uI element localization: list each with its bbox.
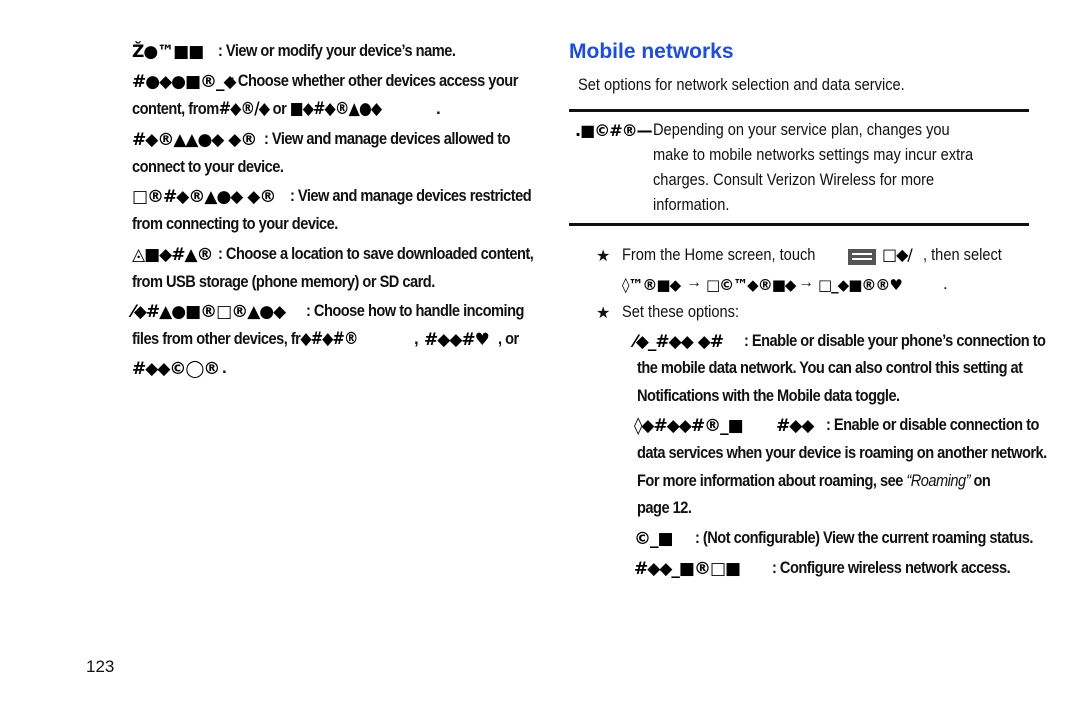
desc-device-name: : View or modify your device’s name.: [218, 41, 456, 60]
option-desc: the mobile data network. You can also co…: [637, 358, 1023, 377]
glyph-term: #◆◆#♥: [424, 330, 490, 350]
step-text: From the Home screen, touch: [622, 245, 816, 264]
arrow-right-icon: →: [798, 274, 814, 291]
term-upload-from-other: ⁄◆#▲●■®□®▲●◆: [132, 302, 286, 322]
arrow-right-icon: →: [686, 274, 702, 291]
option-desc: : (Not configurable) View the current ro…: [695, 528, 1033, 547]
option-term-mobile-data: ⁄◆_#◆◆ ◆#: [634, 332, 724, 352]
text: For more information about roaming, see: [637, 471, 907, 490]
star-bullet-icon: ★: [596, 305, 611, 322]
step-text: Set these options:: [622, 302, 740, 321]
period: .: [943, 274, 948, 293]
desc-upload-from-other: : Choose how to handle incoming: [306, 301, 524, 320]
option-term-access-point-names: #◆◆_■®□■: [634, 559, 741, 579]
note-line: make to mobile networks settings may inc…: [653, 145, 974, 164]
glyph-term: ■◆#◆®▲●◆: [289, 99, 382, 119]
settings-icon-glyph: □◆/: [882, 245, 913, 264]
menu-path-item: ◊™®■◆: [622, 276, 681, 294]
section-intro: Set options for network selection and da…: [578, 75, 905, 94]
option-desc: : Enable or disable your phone’s connect…: [744, 331, 1046, 350]
desc-allowed-devices-line2: connect to your device.: [132, 157, 284, 176]
period: .: [222, 358, 227, 377]
option-desc: data services when your device is roamin…: [637, 443, 1047, 462]
star-bullet-icon: ★: [596, 248, 611, 265]
option-term-data-roaming-2: #◆◆: [776, 416, 814, 436]
note-top-rule: [569, 109, 1029, 112]
period: .: [436, 99, 441, 118]
menu-icon: [848, 249, 876, 265]
note-bottom-rule: [569, 223, 1029, 226]
desc-allowed-devices: : View and manage devices allowed to: [264, 129, 511, 148]
glyph-term: #◆®/◆: [218, 99, 270, 119]
term-share-contents: #●◆●■®_◆: [132, 72, 237, 92]
desc-not-allowed-devices: : View and manage devices restricted: [290, 186, 532, 205]
note-line: Depending on your service plan, changes …: [653, 120, 950, 139]
desc-not-allowed-devices-line2: from connecting to your device.: [132, 214, 338, 233]
glyph-term: #◆◆©◯®: [132, 359, 220, 379]
option-desc: : Enable or disable connection to: [826, 415, 1039, 434]
option-desc: page 12.: [637, 498, 692, 517]
roaming-link[interactable]: “Roaming”: [906, 471, 970, 490]
term-not-allowed-devices: □®#◆®▲●◆ ◆®: [132, 187, 276, 207]
page-number: 123: [86, 657, 115, 676]
desc-share-contents-line2: content, from#◆®/◆ or ■◆#◆®▲●◆: [132, 99, 382, 119]
note-line: information.: [653, 195, 730, 214]
term-device-name: Ž●™■■: [132, 42, 204, 62]
menu-path-item: □_◆■®®♥: [818, 276, 903, 294]
note-label: .■©#®—: [575, 121, 653, 140]
desc-download-to-line2: from USB storage (phone memory) or SD ca…: [132, 272, 435, 291]
term-allowed-devices: #◆®▲▲●◆ ◆®: [132, 130, 257, 150]
desc-share-contents: : Choose whether other devices access yo…: [230, 71, 518, 90]
text: or: [269, 99, 290, 118]
term-download-to: ◬■◆#▲®: [132, 245, 214, 265]
option-term-roaming-status: ©_■: [634, 529, 674, 549]
text: content, from: [132, 99, 219, 118]
section-title: Mobile networks: [569, 40, 734, 63]
option-desc: Notifications with the Mobile data toggl…: [637, 386, 900, 405]
desc-download-to: : Choose a location to save downloaded c…: [218, 244, 534, 263]
desc-upload-line2: files from other devices, fr◆#◆#®: [132, 329, 359, 349]
option-desc: : Configure wireless network access.: [772, 558, 1011, 577]
option-desc: For more information about roaming, see …: [637, 471, 991, 491]
text: files from other devices, fr: [132, 329, 301, 348]
comma: ,: [414, 329, 419, 348]
option-term-data-roaming: ◊◆#◆◆#®_■: [634, 416, 744, 436]
glyph-term: ◆#◆#®: [300, 329, 358, 349]
menu-path-item: □©™◆®■◆: [706, 276, 796, 294]
text-or: , or: [498, 329, 519, 348]
note-line: charges. Consult Verizon Wireless for mo…: [653, 170, 935, 189]
text: on: [969, 471, 991, 490]
step-text: , then select: [923, 245, 1002, 264]
